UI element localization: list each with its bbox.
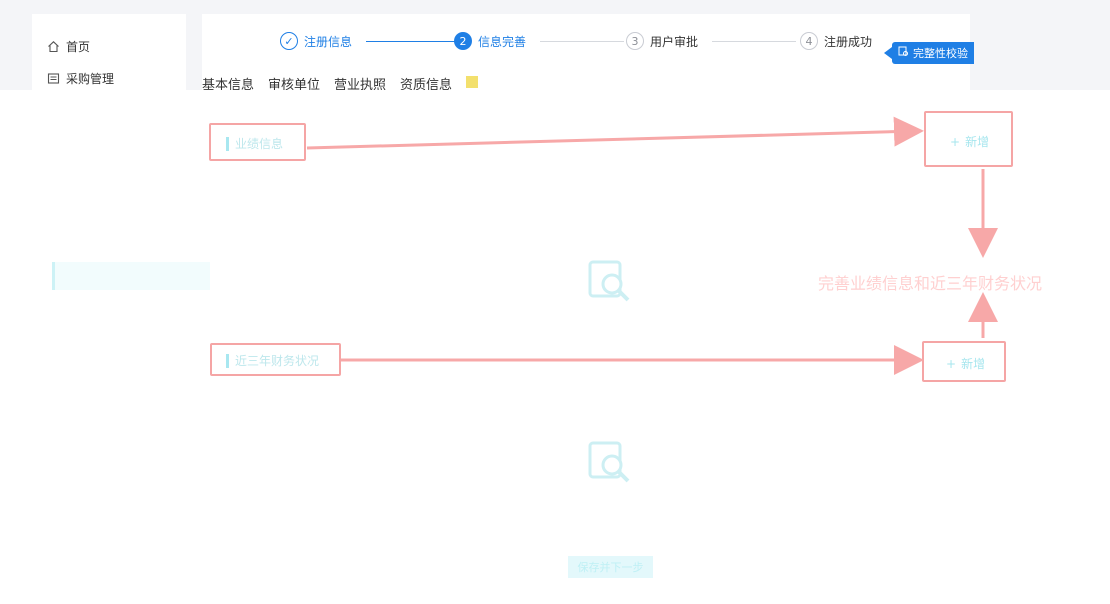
annotation-arrows (306, 116, 998, 375)
annotation-text: 完善业绩信息和近三年财务状况 (818, 274, 1043, 293)
save-and-next-button[interactable]: 保存并下一步 (568, 556, 653, 578)
empty-data-icon (588, 260, 630, 302)
empty-data-icon (588, 441, 630, 483)
arrow-line (306, 116, 924, 150)
